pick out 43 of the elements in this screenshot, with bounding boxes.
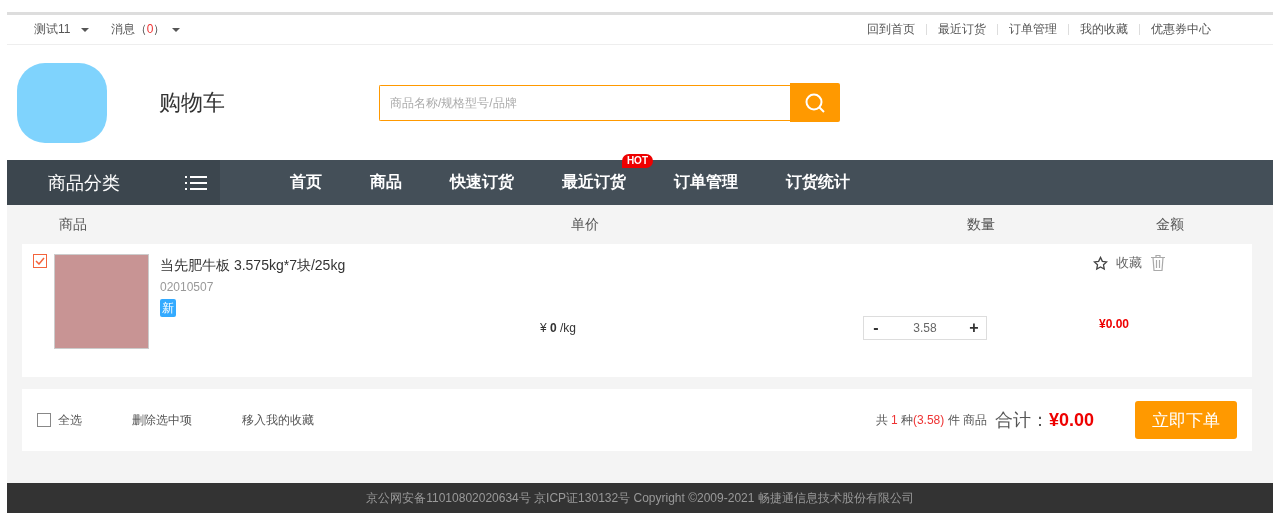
- nav-link[interactable]: 商品: [370, 172, 402, 193]
- top-link[interactable]: 最近订货: [938, 21, 986, 38]
- column-header: 单价: [571, 215, 599, 234]
- item-amount: ¥0.00: [1099, 317, 1131, 331]
- list-icon: [185, 174, 207, 191]
- top-link[interactable]: 优惠券中心: [1151, 21, 1211, 38]
- quantity-stepper[interactable]: - 3.58 +: [863, 316, 987, 340]
- unit-price: ¥ 0 /kg: [540, 321, 578, 337]
- footer-text: 京公网安备11010802020634号 京ICP证130132号 Copyright ©2009-2021 畅捷通信息技术股份有限公司: [366, 490, 914, 507]
- delete-selected-link[interactable]: 删除选中项: [132, 411, 192, 429]
- nav-link[interactable]: 订货统计: [786, 172, 850, 193]
- user-menu[interactable]: 测试11: [34, 21, 89, 38]
- nav-link[interactable]: 订单管理: [674, 172, 738, 193]
- nav-link[interactable]: 最近订货: [562, 172, 626, 193]
- total-amount: ¥0.00: [1048, 409, 1094, 431]
- nav-link[interactable]: 快速订货: [450, 172, 514, 193]
- category-menu[interactable]: 商品分类: [7, 160, 220, 205]
- search-button[interactable]: [790, 83, 840, 122]
- column-header: 数量: [967, 215, 995, 234]
- product-name[interactable]: 当先肥牛板 3.575kg*7块/25kg: [160, 257, 540, 275]
- select-all-label[interactable]: 全选: [58, 411, 82, 429]
- item-summary: 共 1 种(3.58) 件 商品: [875, 411, 987, 429]
- top-link[interactable]: 回到首页: [867, 21, 915, 38]
- total-label: 合计：: [994, 409, 1049, 432]
- hot-badge: HOT: [621, 154, 653, 168]
- new-tag: 新: [160, 299, 176, 317]
- minus-button[interactable]: -: [864, 319, 888, 337]
- search-icon: [804, 91, 826, 114]
- column-header: 商品: [59, 215, 87, 234]
- top-link[interactable]: 我的收藏: [1080, 21, 1128, 38]
- top-link[interactable]: 订单管理: [1009, 21, 1057, 38]
- page-title: 购物车: [159, 88, 226, 117]
- trash-icon[interactable]: [1150, 254, 1166, 272]
- plus-button[interactable]: +: [962, 319, 986, 337]
- favorite-link[interactable]: 收藏: [1116, 254, 1142, 272]
- column-header: 金额: [1156, 215, 1184, 234]
- checkbox[interactable]: [33, 254, 47, 268]
- product-code: 02010507: [160, 280, 215, 294]
- star-icon[interactable]: [1093, 255, 1108, 271]
- checkbox[interactable]: [37, 413, 51, 427]
- nav-link[interactable]: 首页: [290, 172, 322, 193]
- move-to-favorites-link[interactable]: 移入我的收藏: [242, 411, 314, 429]
- messages-menu[interactable]: 消息（0）: [110, 21, 181, 38]
